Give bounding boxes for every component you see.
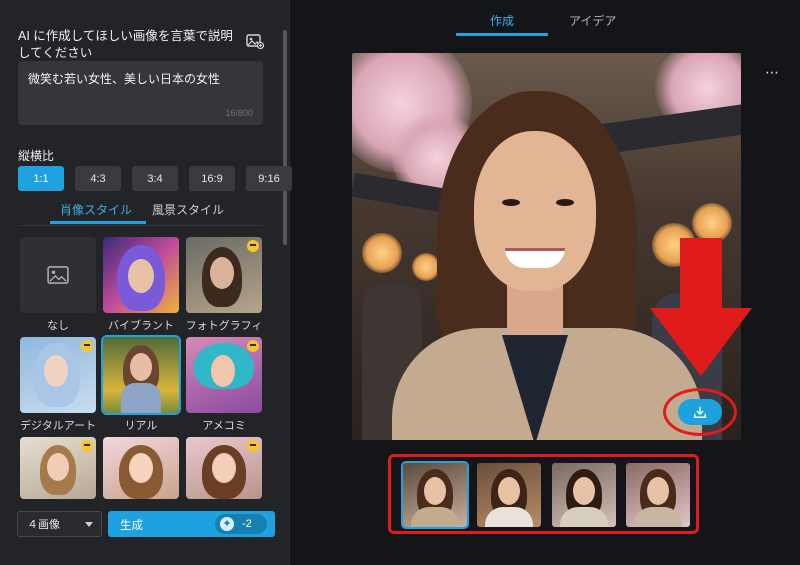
style-thumb-digital-art[interactable] xyxy=(20,337,96,413)
style-thumb-american-comic[interactable] xyxy=(186,337,262,413)
generate-button-label: 生成 xyxy=(120,520,143,532)
prompt-input[interactable]: 微笑む若い女性、美しい日本の女性 16/800 xyxy=(18,61,263,125)
more-options-icon[interactable]: ⋯ xyxy=(765,64,780,81)
credit-cost-value: -2 xyxy=(242,518,252,530)
tab-landscape-style[interactable]: 風景スタイル xyxy=(152,201,224,218)
style-label-american-comic: アメコミ xyxy=(202,420,246,432)
ratio-button-9-16[interactable]: 9:16 xyxy=(246,166,292,191)
aspect-ratio-group: 1:1 4:3 3:4 16:9 9:16 xyxy=(18,166,292,191)
style-label-vibrant: バイブラント xyxy=(108,320,174,332)
style-thumb-photography[interactable] xyxy=(186,237,262,313)
image-count-value: ４画像 xyxy=(27,519,60,531)
premium-crown-icon xyxy=(247,340,259,352)
style-label-real: リアル xyxy=(124,420,158,432)
ratio-button-16-9[interactable]: 16:9 xyxy=(189,166,235,191)
image-placeholder-icon xyxy=(47,266,69,284)
result-thumb-1[interactable] xyxy=(401,461,469,529)
char-counter: 16/800 xyxy=(225,108,253,118)
panel-scrollbar[interactable] xyxy=(283,30,287,245)
prompt-title: AI に作成してほしい画像を言葉で説明してください xyxy=(18,29,233,60)
style-label-none: なし xyxy=(47,320,69,332)
style-thumb-extra-2[interactable] xyxy=(103,437,179,499)
result-thumb-3[interactable] xyxy=(552,463,616,527)
tab-active-indicator xyxy=(50,221,146,224)
image-count-select[interactable]: ４画像 xyxy=(17,511,102,537)
style-thumb-none[interactable] xyxy=(20,237,96,313)
result-thumb-2[interactable] xyxy=(477,463,541,527)
premium-crown-icon xyxy=(81,440,93,452)
aspect-ratio-label: 縦横比 xyxy=(18,149,55,163)
app-root: AI に作成してほしい画像を言葉で説明してください 微笑む若い女性、美しい日本の… xyxy=(0,0,800,565)
result-thumb-4[interactable] xyxy=(626,463,690,527)
annotation-arrow-icon xyxy=(650,238,752,376)
annotation-circle xyxy=(663,388,737,436)
left-panel: AI に作成してほしい画像を言葉で説明してください 微笑む若い女性、美しい日本の… xyxy=(0,0,292,565)
chevron-down-icon xyxy=(85,522,93,527)
style-thumb-extra-3[interactable] xyxy=(186,437,262,499)
ratio-button-3-4[interactable]: 3:4 xyxy=(132,166,178,191)
tab-portrait-style[interactable]: 肖像スタイル xyxy=(60,201,132,218)
credit-icon: ✦ xyxy=(220,517,234,531)
style-label-digital-art: デジタルアート xyxy=(19,420,97,432)
image-upload-icon[interactable] xyxy=(246,33,264,49)
generate-button[interactable]: 生成 ✦ -2 xyxy=(108,511,275,537)
premium-crown-icon xyxy=(247,440,259,452)
tab-ideas[interactable]: アイデア xyxy=(569,12,616,29)
style-thumb-real[interactable] xyxy=(101,335,181,415)
ratio-button-1-1[interactable]: 1:1 xyxy=(18,166,64,191)
premium-crown-icon xyxy=(81,340,93,352)
prompt-input-value: 微笑む若い女性、美しい日本の女性 xyxy=(28,72,221,86)
ratio-button-4-3[interactable]: 4:3 xyxy=(75,166,121,191)
premium-crown-icon xyxy=(247,240,259,252)
top-tab-active-indicator xyxy=(456,33,548,36)
style-label-photography: フォトグラフィ xyxy=(185,320,263,332)
credit-cost-badge: ✦ -2 xyxy=(215,514,267,534)
tab-create[interactable]: 作成 xyxy=(490,12,514,29)
style-thumb-extra-1[interactable] xyxy=(20,437,96,499)
style-tabs: 肖像スタイル 風景スタイル xyxy=(18,198,263,226)
style-thumb-vibrant[interactable] xyxy=(103,237,179,313)
